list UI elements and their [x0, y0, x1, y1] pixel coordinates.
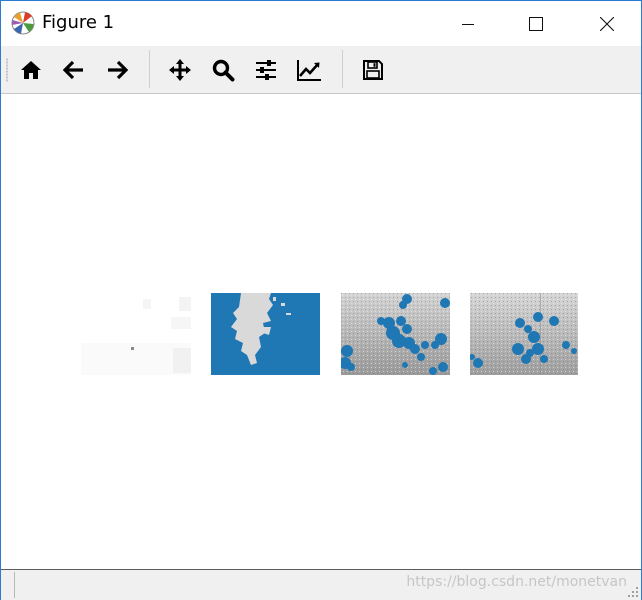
watermark-text: https://blog.csdn.net/monetvan [406, 574, 627, 590]
status-separator [14, 572, 15, 598]
mask-image-panel [211, 293, 320, 375]
zoom-button[interactable] [209, 56, 237, 84]
move-icon [169, 59, 191, 81]
maximize-icon [529, 16, 543, 31]
floppy-disk-icon [363, 60, 383, 80]
minimize-icon [462, 23, 474, 25]
back-button[interactable] [60, 56, 88, 84]
home-icon [21, 61, 41, 79]
line-chart-icon [297, 60, 321, 81]
navigation-toolbar [1, 46, 641, 94]
status-bar: https://blog.csdn.net/monetvan [1, 569, 641, 600]
pan-button[interactable] [166, 56, 194, 84]
maximize-button[interactable] [513, 1, 559, 46]
matplotlib-logo-icon [11, 11, 35, 35]
arrow-right-icon [108, 60, 128, 80]
figure-window: Figure 1 https://blog.csdn.net/monetvan [0, 0, 642, 600]
magnifier-icon [212, 59, 235, 82]
save-button[interactable] [359, 56, 387, 84]
overlay-image-2-panel [470, 293, 578, 375]
toolbar-grip[interactable] [6, 58, 8, 82]
configure-subplots-button[interactable] [252, 56, 280, 84]
original-image-panel [81, 293, 191, 375]
toolbar-separator [342, 50, 343, 88]
sliders-icon [256, 60, 276, 80]
edit-axes-button[interactable] [295, 56, 323, 84]
arrow-left-icon [63, 60, 83, 80]
resize-grip-icon[interactable] [627, 586, 639, 598]
window-title: Figure 1 [42, 12, 115, 33]
home-button[interactable] [17, 56, 45, 84]
title-bar[interactable]: Figure 1 [1, 1, 641, 46]
toolbar-separator [149, 50, 150, 88]
forward-button[interactable] [103, 56, 131, 84]
close-button[interactable] [584, 1, 630, 46]
close-icon [600, 16, 614, 31]
minimize-button[interactable] [445, 1, 491, 46]
figure-canvas[interactable] [1, 94, 641, 569]
overlay-image-1-panel [341, 293, 450, 375]
